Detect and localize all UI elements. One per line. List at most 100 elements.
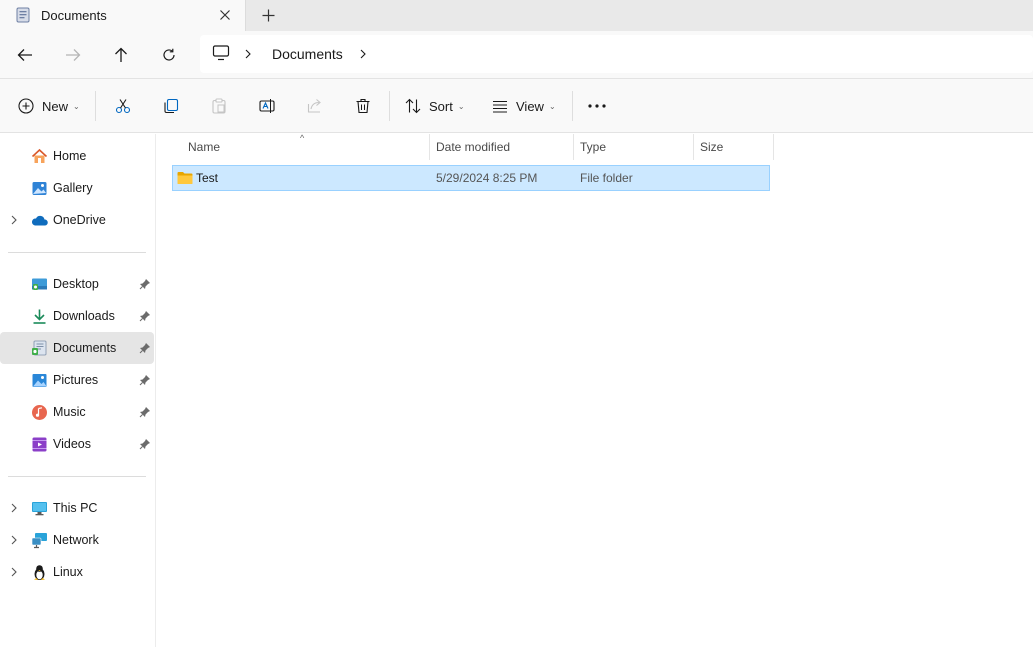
sidebar-item-network[interactable]: Network [0, 524, 154, 556]
column-header-date-modified[interactable]: Date modified [436, 134, 510, 160]
sidebar-item-this-pc[interactable]: This PC [0, 492, 154, 524]
sidebar-item-videos[interactable]: Videos [0, 428, 154, 460]
forward-button[interactable] [61, 43, 85, 67]
file-name: Test [196, 171, 219, 185]
sidebar-item-music[interactable]: Music [0, 396, 154, 428]
back-button[interactable] [13, 43, 37, 67]
sidebar-item-label: OneDrive [53, 213, 106, 227]
pin-icon[interactable] [139, 406, 151, 418]
sidebar-item-label: Desktop [53, 277, 99, 291]
command-bar: New ⌄ Sort ⌄ View ⌄ [0, 79, 1033, 133]
sort-icon [405, 98, 421, 114]
chevron-down-icon: ⌄ [73, 101, 80, 111]
column-divider[interactable] [773, 134, 774, 160]
documents-icon [16, 7, 30, 23]
pin-icon[interactable] [139, 310, 151, 322]
pictures-icon [32, 374, 47, 387]
pin-icon[interactable] [139, 438, 151, 450]
column-divider[interactable] [573, 134, 574, 160]
address-bar[interactable]: Documents [200, 35, 1033, 73]
up-button[interactable] [109, 43, 133, 67]
sidebar-item-linux[interactable]: Linux [0, 556, 154, 588]
onedrive-icon [31, 215, 48, 226]
network-icon [31, 533, 47, 549]
this-pc-icon[interactable] [212, 45, 230, 64]
breadcrumb-documents[interactable]: Documents [272, 46, 343, 62]
arrow-up-icon [115, 47, 127, 62]
delete-button[interactable] [355, 94, 371, 118]
copy-button[interactable] [163, 94, 179, 118]
paste-button[interactable] [211, 94, 227, 118]
chevron-right-icon[interactable] [9, 502, 19, 514]
sidebar-item-label: Music [53, 405, 86, 419]
this-pc-icon [32, 502, 47, 516]
folder-icon [177, 172, 193, 184]
copy-icon [164, 98, 179, 114]
downloads-icon [33, 309, 46, 324]
sidebar-item-label: Documents [53, 341, 117, 355]
sort-button[interactable]: Sort ⌄ [405, 94, 465, 118]
tab-documents[interactable]: Documents [0, 0, 246, 31]
cut-button[interactable] [115, 94, 131, 118]
navigation-bar: Documents [0, 31, 1033, 79]
title-bar: Documents [0, 0, 1033, 31]
close-icon[interactable] [216, 6, 234, 24]
plus-circle-icon [18, 98, 34, 114]
file-list: ^ Name Date modified Type Size Test 5/29… [157, 133, 1033, 647]
more-button[interactable] [588, 94, 606, 118]
chevron-right-icon[interactable] [244, 48, 252, 63]
column-header-name[interactable]: Name [188, 134, 220, 160]
chevron-right-icon[interactable] [359, 48, 367, 63]
documents-icon [32, 340, 47, 356]
sidebar-item-downloads[interactable]: Downloads [0, 300, 154, 332]
view-icon [493, 100, 507, 113]
sidebar-item-pictures[interactable]: Pictures [0, 364, 154, 396]
sort-ascending-icon: ^ [300, 133, 305, 143]
sidebar-item-label: Pictures [53, 373, 99, 387]
sidebar-item-label: Videos [53, 437, 91, 451]
rename-button[interactable] [259, 94, 275, 118]
sidebar-item-label: Linux [53, 565, 83, 579]
gallery-icon [32, 182, 47, 195]
table-row[interactable]: Test 5/29/2024 8:25 PM File folder [172, 165, 770, 191]
sort-label: Sort [429, 98, 453, 114]
arrow-left-icon [17, 49, 32, 61]
view-label: View [516, 98, 544, 114]
navigation-pane: Home Gallery OneDrive Desktop Downloads … [0, 134, 156, 647]
music-icon [32, 405, 47, 420]
column-divider[interactable] [693, 134, 694, 160]
separator [389, 91, 390, 121]
column-header-type[interactable]: Type [580, 134, 606, 160]
column-divider[interactable] [429, 134, 430, 160]
view-button[interactable]: View ⌄ [492, 94, 556, 118]
pin-icon[interactable] [139, 278, 151, 290]
sidebar-item-home[interactable]: Home [0, 140, 154, 172]
new-button[interactable]: New ⌄ [18, 94, 80, 118]
more-icon [588, 104, 606, 108]
cut-icon [115, 99, 131, 114]
refresh-button[interactable] [157, 43, 181, 67]
home-icon [31, 148, 48, 163]
chevron-right-icon[interactable] [9, 566, 19, 578]
sidebar-item-desktop[interactable]: Desktop [0, 268, 154, 300]
linux-icon [34, 565, 45, 580]
pin-icon[interactable] [139, 342, 151, 354]
sidebar-item-label: Downloads [53, 309, 115, 323]
sidebar-item-gallery[interactable]: Gallery [0, 172, 154, 204]
delete-icon [356, 98, 370, 114]
sidebar-item-label: This PC [53, 501, 98, 515]
sidebar-item-documents[interactable]: Documents [0, 332, 154, 364]
divider [8, 476, 146, 477]
tab-title: Documents [41, 8, 107, 23]
file-type: File folder [580, 171, 633, 185]
separator [572, 91, 573, 121]
column-header-size[interactable]: Size [700, 134, 723, 160]
pin-icon[interactable] [139, 374, 151, 386]
share-button[interactable] [307, 94, 323, 118]
chevron-right-icon[interactable] [9, 214, 19, 226]
sidebar-item-label: Gallery [53, 181, 93, 195]
separator [95, 91, 96, 121]
chevron-right-icon[interactable] [9, 534, 19, 546]
sidebar-item-onedrive[interactable]: OneDrive [0, 204, 154, 236]
plus-icon[interactable] [258, 5, 278, 25]
